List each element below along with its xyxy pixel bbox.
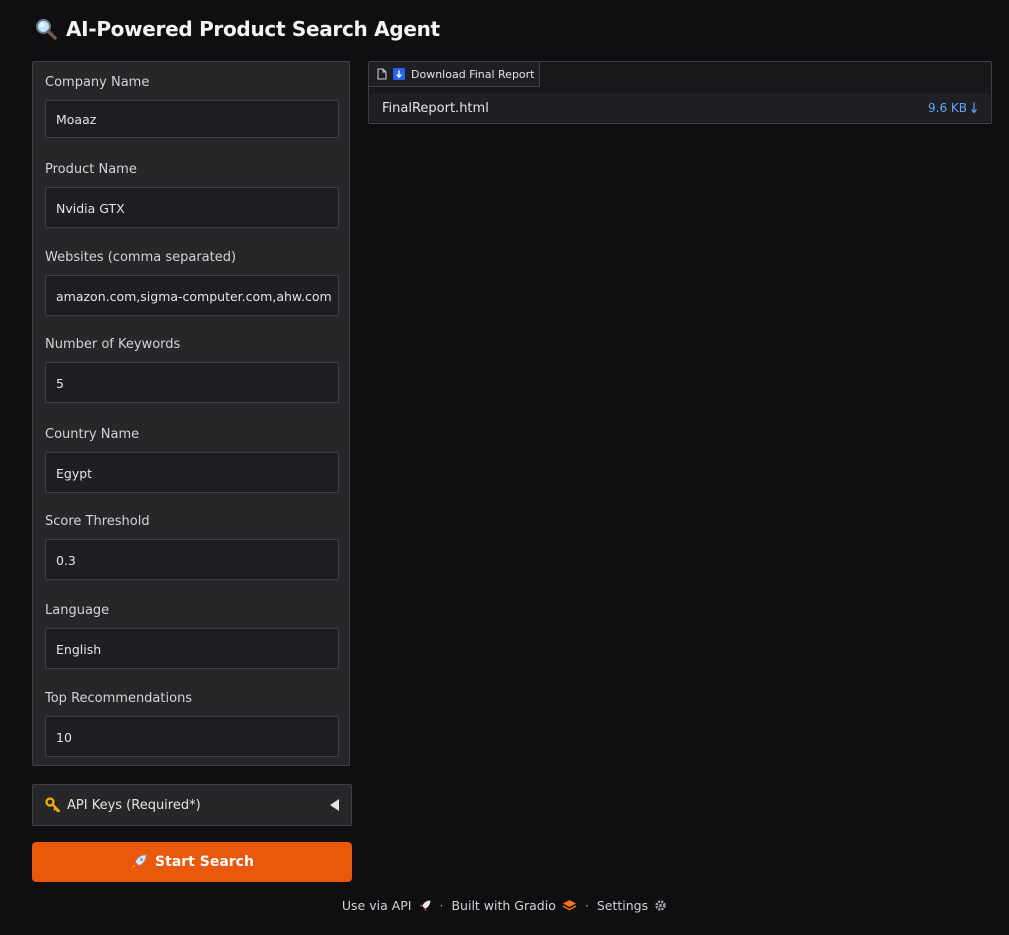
use-via-api-label: Use via API (341, 898, 412, 913)
language-label: Language (45, 603, 110, 618)
rocket-icon (132, 854, 147, 869)
page-title-text: AI-Powered Product Search Agent (66, 17, 440, 41)
built-with-gradio-link[interactable]: Built with Gradio (451, 898, 577, 913)
score-threshold-group: Score Threshold 0.3 (45, 513, 339, 580)
company-name-group: Company Name Moaaz (45, 74, 339, 138)
settings-label: Settings (596, 898, 649, 913)
page-title: AI-Powered Product Search Agent (34, 17, 440, 41)
language-group: Language English (45, 602, 339, 669)
footer-separator: · (584, 898, 589, 913)
product-name-group: Product Name Nvidia GTX (45, 161, 339, 228)
file-download-link[interactable]: 9.6 KB (928, 101, 978, 115)
keywords-group: Number of Keywords 5 (45, 336, 339, 403)
app-root: AI-Powered Product Search Agent Company … (0, 0, 1009, 935)
websites-group: Websites (comma separated) amazon.com,si… (45, 249, 339, 316)
country-name-input[interactable]: Egypt (45, 452, 339, 493)
api-keys-accordion[interactable]: API Keys (Required*) (32, 784, 352, 826)
use-via-api-link[interactable]: Use via API (342, 898, 432, 913)
footer-separator: · (439, 898, 444, 913)
api-keys-label: API Keys (Required*) (67, 797, 201, 813)
country-name-label: Country Name (45, 427, 140, 442)
product-name-label: Product Name (45, 162, 137, 177)
file-icon (377, 68, 387, 80)
file-output-tab: Download Final Report (369, 62, 540, 87)
search-form-panel: Company Name Moaaz Product Name Nvidia G… (32, 61, 350, 766)
key-icon (45, 797, 61, 813)
gradio-logo-icon (562, 900, 577, 911)
rocket-icon (419, 900, 430, 911)
built-with-gradio-label: Built with Gradio (451, 898, 556, 913)
keywords-label: Number of Keywords (45, 337, 181, 352)
start-search-button[interactable]: Start Search (32, 842, 352, 882)
keywords-input[interactable]: 5 (45, 362, 339, 403)
score-threshold-label: Score Threshold (45, 514, 150, 529)
file-output-tab-label: Download Final Report (411, 67, 535, 81)
language-input[interactable]: English (45, 628, 339, 669)
company-name-input[interactable]: Moaaz (45, 100, 339, 138)
file-output-panel: Download Final Report FinalReport.html 9… (368, 61, 992, 124)
file-size: 9.6 KB (928, 101, 967, 115)
websites-label: Websites (comma separated) (45, 250, 237, 265)
score-threshold-input[interactable]: 0.3 (45, 539, 339, 580)
collapse-caret-icon[interactable] (330, 799, 339, 811)
top-recommendations-label: Top Recommendations (45, 691, 193, 706)
download-icon (971, 102, 977, 114)
file-row[interactable]: FinalReport.html 9.6 KB (370, 94, 990, 122)
footer: Use via API · Built with Gradio · Settin… (0, 898, 1009, 913)
settings-link[interactable]: Settings (597, 898, 667, 913)
file-name: FinalReport.html (382, 100, 489, 116)
product-name-input[interactable]: Nvidia GTX (45, 187, 339, 228)
websites-input[interactable]: amazon.com,sigma-computer.com,ahw.com (45, 275, 339, 316)
start-search-label: Start Search (155, 854, 254, 870)
top-recommendations-group: Top Recommendations 10 (45, 690, 339, 757)
company-name-label: Company Name (45, 75, 150, 90)
gear-icon (655, 900, 666, 911)
download-arrow-icon (393, 68, 405, 80)
magnifying-glass-icon (36, 19, 57, 40)
top-recommendations-input[interactable]: 10 (45, 716, 339, 757)
country-name-group: Country Name Egypt (45, 426, 339, 493)
